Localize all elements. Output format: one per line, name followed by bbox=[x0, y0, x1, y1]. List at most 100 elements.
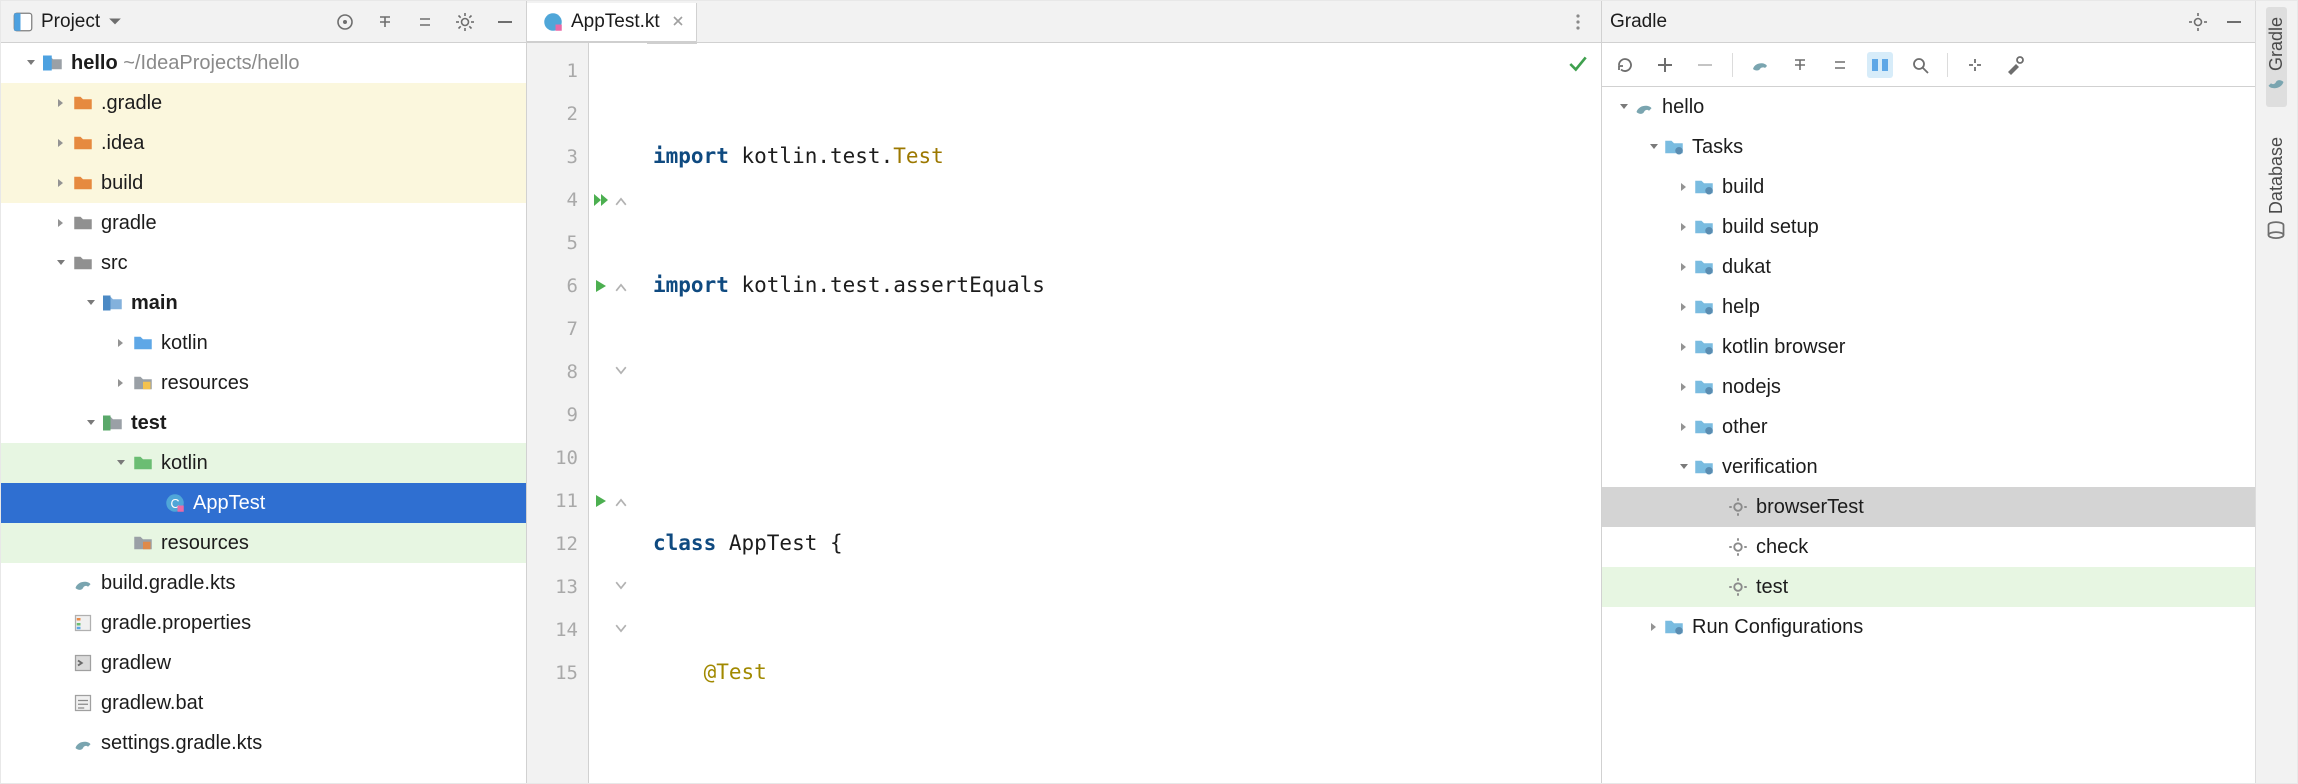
gradle-task-group[interactable]: nodejs bbox=[1602, 367, 2255, 407]
chevron-right-icon[interactable] bbox=[1648, 616, 1660, 639]
tree-node[interactable]: kotlin bbox=[1, 323, 526, 363]
rail-tab-gradle[interactable]: Gradle bbox=[2266, 7, 2287, 107]
chevron-right-icon[interactable] bbox=[1678, 296, 1690, 319]
line-number[interactable]: 14 bbox=[527, 608, 588, 651]
gradle-task-group[interactable]: kotlin browser bbox=[1602, 327, 2255, 367]
chevron-down-icon[interactable] bbox=[23, 57, 39, 69]
tree-node[interactable]: gradle bbox=[1, 203, 526, 243]
tree-node[interactable]: test bbox=[1, 403, 526, 443]
search-icon[interactable] bbox=[1907, 52, 1933, 78]
refresh-icon[interactable] bbox=[1612, 52, 1638, 78]
chevron-right-icon[interactable] bbox=[53, 97, 69, 109]
gradle-project-node[interactable]: hello bbox=[1602, 87, 2255, 127]
line-number[interactable]: 9 bbox=[527, 393, 588, 436]
tree-node[interactable]: kotlin bbox=[1, 443, 526, 483]
remove-icon[interactable] bbox=[1692, 52, 1718, 78]
gradle-task-group[interactable]: help bbox=[1602, 287, 2255, 327]
chevron-right-icon[interactable] bbox=[53, 217, 69, 229]
fold-end-icon[interactable] bbox=[615, 366, 627, 378]
expand-all-icon[interactable] bbox=[372, 9, 398, 35]
tree-node[interactable]: main bbox=[1, 283, 526, 323]
run-test-icon[interactable] bbox=[593, 493, 609, 509]
tree-node[interactable]: build.gradle.kts bbox=[1, 563, 526, 603]
inspection-ok-icon[interactable] bbox=[1567, 53, 1589, 81]
tree-node[interactable]: gradle.properties bbox=[1, 603, 526, 643]
gradle-tree[interactable]: hello Tasks build build setup dukat help… bbox=[1602, 87, 2255, 783]
gradle-task-group[interactable]: dukat bbox=[1602, 247, 2255, 287]
fold-end-icon[interactable] bbox=[615, 624, 627, 636]
gradle-task-group-verification[interactable]: verification bbox=[1602, 447, 2255, 487]
chevron-down-icon[interactable] bbox=[83, 297, 99, 309]
tree-node-root[interactable]: hello ~/IdeaProjects/hello bbox=[1, 43, 526, 83]
gradle-task-selected[interactable]: browserTest bbox=[1602, 487, 2255, 527]
run-test-icon[interactable] bbox=[593, 278, 609, 294]
line-number[interactable]: 4 bbox=[527, 178, 588, 221]
gradle-task[interactable]: test bbox=[1602, 567, 2255, 607]
run-test-class-icon[interactable] bbox=[593, 192, 609, 208]
dropdown-chevron-icon[interactable] bbox=[108, 15, 122, 29]
chevron-right-icon[interactable] bbox=[1678, 216, 1690, 239]
fold-end-icon[interactable] bbox=[615, 581, 627, 593]
editor-content[interactable]: 1 2 3 4 5 6 7 8 9 10 11 12 13 14 15 bbox=[527, 43, 1601, 783]
editor-tab[interactable]: AppTest.kt bbox=[527, 3, 697, 44]
chevron-right-icon[interactable] bbox=[1678, 176, 1690, 199]
chevron-down-icon[interactable] bbox=[1648, 136, 1660, 159]
line-number[interactable]: 11 bbox=[527, 479, 588, 522]
line-number[interactable]: 15 bbox=[527, 651, 588, 694]
line-number[interactable]: 13 bbox=[527, 565, 588, 608]
chevron-down-icon[interactable] bbox=[113, 457, 129, 469]
tree-node[interactable]: src bbox=[1, 243, 526, 283]
toggle-offline-icon[interactable] bbox=[1962, 52, 1988, 78]
minimize-icon[interactable] bbox=[492, 9, 518, 35]
chevron-down-icon[interactable] bbox=[53, 257, 69, 269]
tree-node[interactable]: resources bbox=[1, 363, 526, 403]
chevron-right-icon[interactable] bbox=[113, 377, 129, 389]
gradle-tasks-node[interactable]: Tasks bbox=[1602, 127, 2255, 167]
chevron-right-icon[interactable] bbox=[1678, 376, 1690, 399]
rail-tab-database[interactable]: Database bbox=[2266, 127, 2287, 250]
select-opened-file-icon[interactable] bbox=[332, 9, 358, 35]
chevron-right-icon[interactable] bbox=[1678, 336, 1690, 359]
show-dependencies-icon[interactable] bbox=[1867, 52, 1893, 78]
line-number[interactable]: 6 bbox=[527, 264, 588, 307]
line-number[interactable]: 3 bbox=[527, 135, 588, 178]
chevron-right-icon[interactable] bbox=[1678, 256, 1690, 279]
tree-node[interactable]: gradlew bbox=[1, 643, 526, 683]
gradle-elephant-icon[interactable] bbox=[1747, 52, 1773, 78]
build-settings-icon[interactable] bbox=[2002, 52, 2028, 78]
close-tab-icon[interactable] bbox=[672, 11, 684, 33]
tree-node[interactable]: resources bbox=[1, 523, 526, 563]
line-number[interactable]: 2 bbox=[527, 92, 588, 135]
tree-node[interactable]: gradlew.bat bbox=[1, 683, 526, 723]
gear-icon[interactable] bbox=[2185, 9, 2211, 35]
fold-icon[interactable] bbox=[615, 280, 627, 292]
line-number[interactable]: 12 bbox=[527, 522, 588, 565]
line-number[interactable]: 10 bbox=[527, 436, 588, 479]
chevron-right-icon[interactable] bbox=[1678, 416, 1690, 439]
line-number[interactable]: 8 bbox=[527, 350, 588, 393]
project-tree[interactable]: hello ~/IdeaProjects/hello .gradle .idea… bbox=[1, 43, 526, 783]
fold-icon[interactable] bbox=[615, 495, 627, 507]
gradle-task-group[interactable]: build bbox=[1602, 167, 2255, 207]
chevron-right-icon[interactable] bbox=[53, 137, 69, 149]
gear-icon[interactable] bbox=[452, 9, 478, 35]
gradle-task[interactable]: check bbox=[1602, 527, 2255, 567]
collapse-all-icon[interactable] bbox=[1827, 52, 1853, 78]
line-number[interactable]: 5 bbox=[527, 221, 588, 264]
gradle-task-group[interactable]: other bbox=[1602, 407, 2255, 447]
tree-node[interactable]: .idea bbox=[1, 123, 526, 163]
chevron-right-icon[interactable] bbox=[53, 177, 69, 189]
code-area[interactable]: import kotlin.test.Test import kotlin.te… bbox=[647, 43, 1601, 783]
chevron-down-icon[interactable] bbox=[1618, 96, 1630, 119]
gradle-task-group[interactable]: build setup bbox=[1602, 207, 2255, 247]
add-icon[interactable] bbox=[1652, 52, 1678, 78]
chevron-right-icon[interactable] bbox=[113, 337, 129, 349]
project-panel-title[interactable]: Project bbox=[9, 11, 122, 33]
expand-all-icon[interactable] bbox=[1787, 52, 1813, 78]
line-number[interactable]: 1 bbox=[527, 49, 588, 92]
chevron-down-icon[interactable] bbox=[83, 417, 99, 429]
tree-node[interactable]: build bbox=[1, 163, 526, 203]
tree-node[interactable]: .gradle bbox=[1, 83, 526, 123]
line-number[interactable]: 7 bbox=[527, 307, 588, 350]
fold-icon[interactable] bbox=[615, 194, 627, 206]
